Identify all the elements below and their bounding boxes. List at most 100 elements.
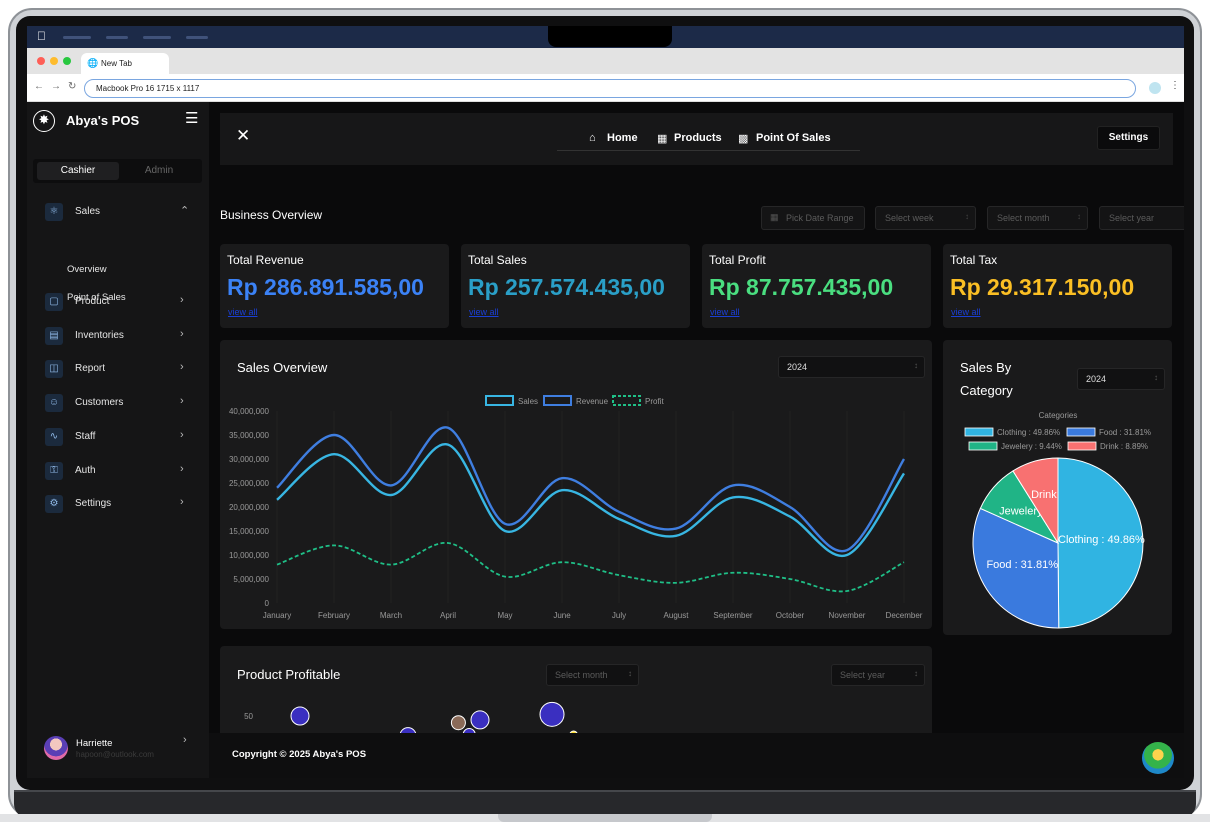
week-select-label: Select week [885, 213, 934, 223]
nav-point-of-sales[interactable]: Point Of Sales [756, 132, 831, 144]
stat-card-tax: Total Tax Rp 29.317.150,00 view all [943, 244, 1172, 328]
close-window-button[interactable] [37, 57, 45, 65]
series-line-profit [276, 542, 905, 593]
y-tick-label: 5,000,000 [233, 575, 269, 584]
sidebar-item-product[interactable]: ▢ Product › [27, 288, 209, 318]
pie-legend-swatch [1067, 441, 1097, 451]
pie-legend-swatch [968, 441, 998, 451]
x-tick-label: January [263, 611, 291, 620]
chat-bot-icon[interactable] [1142, 742, 1174, 774]
chevron-updown-icon: ↕ [1077, 212, 1081, 221]
sidebar-item-label: Auth [75, 465, 96, 476]
laptop-notch-cutout [498, 814, 712, 822]
view-all-link[interactable]: view all [951, 307, 981, 317]
maximize-window-button[interactable] [63, 57, 71, 65]
reload-icon[interactable]: ↻ [68, 81, 76, 92]
activity-icon: ∿ [45, 428, 63, 446]
pie-slice-label: Food : 31.81% [986, 559, 1058, 571]
view-all-link[interactable]: view all [710, 307, 740, 317]
bubble-point[interactable] [290, 706, 310, 726]
calendar-icon: ▦ [770, 212, 779, 222]
page-title: Business Overview [220, 208, 323, 222]
presentation-icon: ◫ [45, 360, 63, 378]
bubble-point[interactable] [450, 715, 466, 731]
legend-label: Sales [518, 397, 538, 406]
year-select[interactable]: Select year ↕ [1099, 206, 1184, 230]
sidebar-subitem-overview[interactable]: Overview [67, 264, 107, 275]
minimize-window-button[interactable] [50, 57, 58, 65]
chevron-right-icon: › [180, 328, 184, 340]
sidebar-item-inventories[interactable]: ▤ Inventories › [27, 322, 209, 352]
menubar-placeholder [63, 36, 91, 39]
pie-slice-label: Drink [1031, 489, 1057, 501]
home-icon: ⌂ [589, 132, 596, 144]
back-arrow-icon[interactable]: ← [34, 81, 44, 92]
category-pie-chart: Categories Clothing : 49.86% Food : 31.81%… [964, 411, 1151, 629]
user-email: hapoon@outlook.com [76, 750, 154, 759]
stat-card-title: Total Tax [950, 253, 998, 267]
nav-home[interactable]: Home [607, 132, 638, 144]
sidebar-item-report[interactable]: ◫ Report › [27, 355, 209, 385]
hamburger-menu-icon[interactable]: ☰ [185, 109, 198, 127]
date-range-picker[interactable]: ▦ Pick Date Range [761, 206, 865, 230]
top-nav-links: ⌂ Home ▦ Products ▩ Point Of Sales [557, 127, 860, 151]
pie-slice-label: Clothing : 49.86% [1058, 534, 1145, 546]
url-field[interactable]: Macbook Pro 16 1715 x 1117 [84, 79, 1136, 98]
screen:  🌐 New Tab ← → ↻ Macbook Pro 16 1715 x … [27, 26, 1184, 778]
chevron-right-icon: › [180, 496, 184, 508]
avatar[interactable] [44, 736, 68, 760]
sidebar-item-sales[interactable]: ⚛ Sales ⌃ [27, 198, 209, 228]
settings-button[interactable]: Settings [1097, 126, 1160, 150]
y-tick-label: 30,000,000 [229, 455, 270, 464]
sidebar-item-customers[interactable]: ☺ Customers › [27, 389, 209, 419]
sidebar-item-staff[interactable]: ∿ Staff › [27, 423, 209, 453]
month-select[interactable]: Select month ↕ [987, 206, 1088, 230]
x-tick-label: May [497, 611, 512, 620]
pie-legend-label: Clothing : 49.86% [997, 428, 1060, 437]
view-all-link[interactable]: view all [469, 307, 499, 317]
sidebar-item-auth[interactable]: ⚿ Auth › [27, 457, 209, 487]
chevron-updown-icon: ↕ [965, 212, 969, 221]
view-all-link[interactable]: view all [228, 307, 258, 317]
sidebar-item-label: Inventories [75, 330, 124, 341]
legend-label: Profit [645, 397, 664, 406]
y-tick-label: 25,000,000 [229, 479, 270, 488]
bubble-point[interactable] [470, 710, 490, 730]
role-tab-admin[interactable]: Admin [119, 162, 199, 180]
main-content: ✕ ⌂ Home ▦ Products ▩ Point Of Sales Set… [209, 102, 1184, 778]
browser-tab-title: New Tab [101, 59, 132, 68]
chevron-up-icon: ⌃ [180, 205, 190, 217]
x-tick-label: April [440, 611, 456, 620]
week-select[interactable]: Select week ↕ [875, 206, 976, 230]
x-tick-label: June [553, 611, 571, 620]
logo-icon: ✸ [33, 110, 55, 132]
stat-card-title: Total Profit [709, 253, 766, 267]
close-icon[interactable]: ✕ [236, 126, 250, 146]
sidebar-item-label: Report [75, 363, 106, 374]
sidebar-item-settings[interactable]: ⚙ Settings › [27, 490, 209, 520]
stat-card-title: Total Revenue [227, 253, 304, 267]
sales-overview-panel: Sales Overview 2024 ↕ 40,000,000 35,000,0… [220, 340, 932, 629]
browser-profile-icon[interactable] [1149, 82, 1161, 94]
nav-products[interactable]: Products [674, 132, 722, 144]
sales-icon: ⚛ [45, 203, 63, 221]
chevron-right-icon[interactable]: › [183, 734, 187, 746]
stat-card-sales: Total Sales Rp 257.574.435,00 view all [461, 244, 690, 328]
apple-icon[interactable]:  [37, 29, 46, 43]
camera-notch [548, 26, 672, 47]
pie-legend-label: Food : 31.81% [1099, 428, 1151, 437]
forward-arrow-icon[interactable]: → [51, 81, 61, 92]
year-select-label: Select year [1109, 213, 1155, 223]
browser-menu-icon[interactable]: ⋮ [1170, 80, 1180, 91]
mac-menubar:  [27, 26, 1184, 48]
role-tab-cashier[interactable]: Cashier [37, 162, 119, 180]
cube-icon: ▢ [45, 293, 63, 311]
copyright-text: Copyright © 2025 Abya's POS [232, 749, 367, 760]
pie-legend-title: Categories [1039, 411, 1078, 420]
pie-legend-label: Jewelery : 9.44% [1001, 442, 1062, 451]
stat-card-value: Rp 257.574.435,00 [468, 274, 665, 300]
browser-tab[interactable]: 🌐 New Tab [81, 53, 169, 74]
sidebar-item-label: Staff [75, 431, 96, 442]
store-icon: ▦ [657, 133, 668, 145]
bubble-point[interactable] [539, 701, 565, 727]
